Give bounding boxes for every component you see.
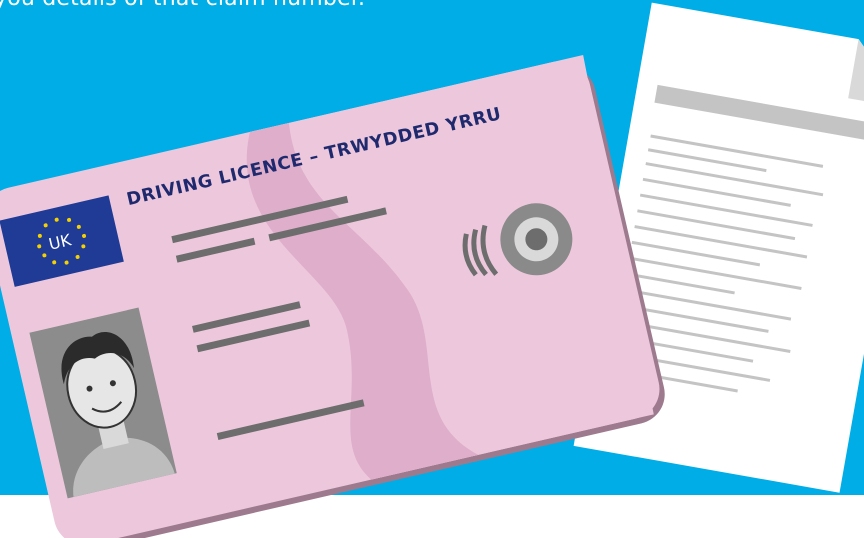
illustration: you details of that claim number. <box>0 0 864 538</box>
driving-licence-card: DRIVING LICENCE – TRWYDDED YRRU UK <box>0 55 665 538</box>
licence-illustration: DRIVING LICENCE – TRWYDDED YRRU UK <box>0 2 864 538</box>
